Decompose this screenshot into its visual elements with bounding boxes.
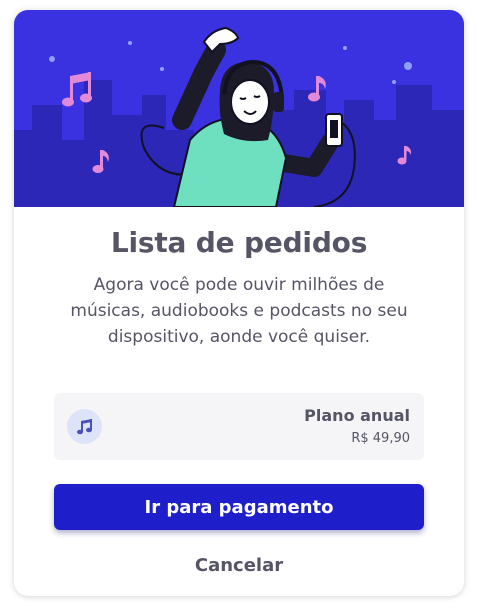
pay-button[interactable]: Ir para pagamento (54, 484, 424, 530)
music-note-icon (67, 409, 102, 444)
order-dialog: Lista de pedidos Agora você pode ouvir m… (14, 10, 464, 596)
dialog-title: Lista de pedidos (110, 226, 368, 259)
cancel-button[interactable]: Cancelar (14, 555, 464, 576)
hero-illustration (14, 10, 464, 207)
plan-name: Plano anual (304, 406, 410, 425)
plan-price: R$ 49,90 (351, 431, 410, 446)
dialog-description: Agora você pode ouvir milhões de músicas… (70, 275, 408, 347)
plan-summary: Plano anual R$ 49,90 (54, 393, 424, 460)
